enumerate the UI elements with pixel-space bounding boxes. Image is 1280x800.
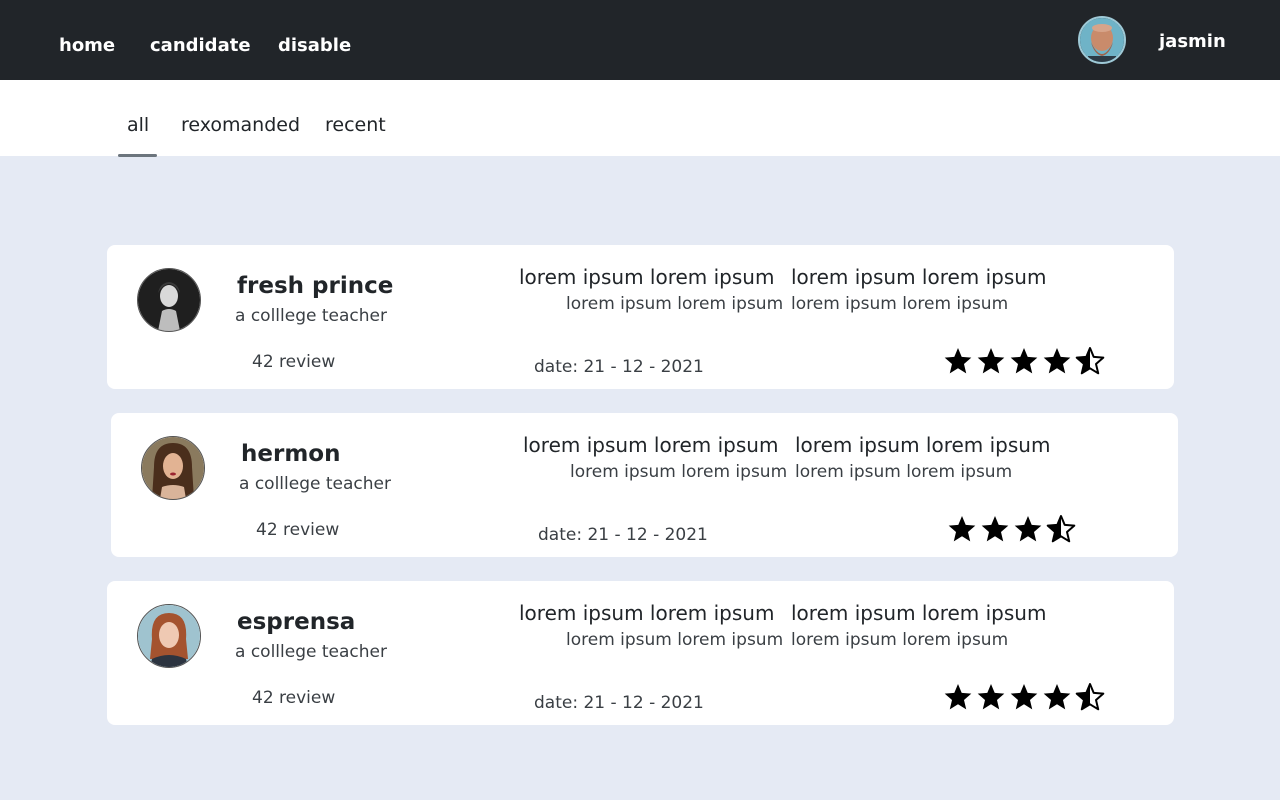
star-full-icon — [1010, 684, 1038, 710]
description-heading: lorem ipsum lorem ipsum — [519, 265, 775, 289]
star-full-icon — [977, 348, 1005, 374]
review-count: 42 review — [256, 520, 340, 540]
candidate-avatar — [137, 268, 201, 332]
top-navbar: home candidate disable jasmin — [0, 0, 1280, 80]
nav-link-home[interactable]: home — [59, 34, 115, 58]
star-full-icon — [1014, 516, 1042, 542]
star-full-icon — [944, 348, 972, 374]
description-heading: lorem ipsum lorem ipsum — [519, 601, 775, 625]
star-half-icon — [1046, 515, 1076, 543]
description-subtext: lorem ipsum lorem ipsum — [566, 630, 784, 650]
star-full-icon — [1043, 348, 1071, 374]
star-full-icon — [1010, 348, 1038, 374]
star-half-icon — [1075, 683, 1105, 711]
tab-recent[interactable]: recent — [325, 112, 386, 138]
description-heading: lorem ipsum lorem ipsum — [523, 433, 779, 457]
tab-rexomanded[interactable]: rexomanded — [181, 112, 300, 138]
review-count: 42 review — [252, 688, 336, 708]
star-full-icon — [948, 516, 976, 542]
nav-link-candidate[interactable]: candidate — [150, 34, 251, 58]
description-subtext: lorem ipsum lorem ipsum — [795, 462, 1013, 482]
description-subtext: lorem ipsum lorem ipsum — [791, 294, 1009, 314]
star-full-icon — [1043, 684, 1071, 710]
star-rating — [944, 683, 1109, 713]
description-subtext: lorem ipsum lorem ipsum — [791, 630, 1009, 650]
star-rating — [944, 347, 1109, 377]
description-heading: lorem ipsum lorem ipsum — [791, 601, 1047, 625]
candidate-role: a colllege teacher — [235, 642, 387, 662]
candidate-card[interactable]: fresh prince a colllege teacher 42 revie… — [107, 245, 1174, 389]
date-label: date: 21 - 12 - 2021 — [534, 357, 704, 377]
star-rating — [948, 515, 1080, 545]
star-full-icon — [977, 684, 1005, 710]
date-label: date: 21 - 12 - 2021 — [538, 525, 708, 545]
candidate-role: a colllege teacher — [235, 306, 387, 326]
candidate-avatar — [141, 436, 205, 500]
description-subtext: lorem ipsum lorem ipsum — [566, 294, 784, 314]
candidate-name[interactable]: hermon — [241, 439, 340, 469]
star-half-icon — [1075, 347, 1105, 375]
date-label: date: 21 - 12 - 2021 — [534, 693, 704, 713]
description-heading: lorem ipsum lorem ipsum — [795, 433, 1051, 457]
review-count: 42 review — [252, 352, 336, 372]
description-heading: lorem ipsum lorem ipsum — [791, 265, 1047, 289]
tab-all[interactable]: all — [127, 112, 149, 138]
candidate-card[interactable]: hermon a colllege teacher 42 review lore… — [111, 413, 1178, 557]
star-full-icon — [981, 516, 1009, 542]
candidate-name[interactable]: esprensa — [237, 607, 355, 637]
nav-link-disable[interactable]: disable — [278, 34, 351, 58]
star-full-icon — [944, 684, 972, 710]
candidate-name[interactable]: fresh prince — [237, 271, 393, 301]
candidate-card[interactable]: esprensa a colllege teacher 42 review lo… — [107, 581, 1174, 725]
candidate-role: a colllege teacher — [239, 474, 391, 494]
user-avatar[interactable] — [1078, 16, 1126, 64]
candidate-avatar — [137, 604, 201, 668]
active-tab-indicator — [118, 154, 157, 157]
user-name[interactable]: jasmin — [1159, 30, 1226, 54]
filter-tabbar: all rexomanded recent — [0, 80, 1280, 157]
description-subtext: lorem ipsum lorem ipsum — [570, 462, 788, 482]
